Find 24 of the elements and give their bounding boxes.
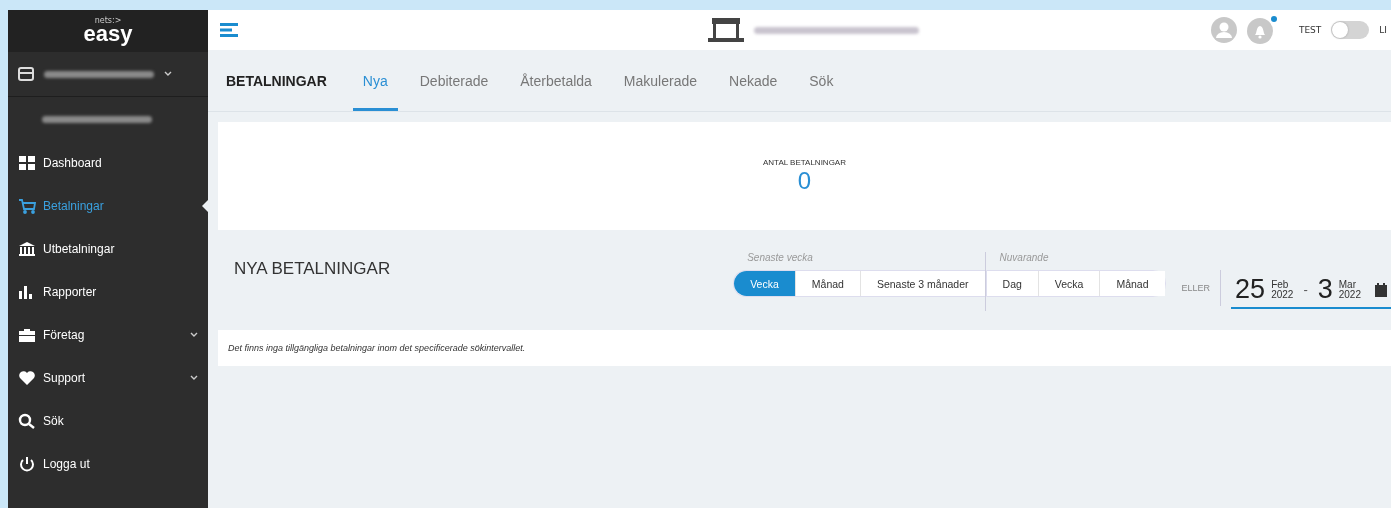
sidebar-item[interactable]: Dashboard — [8, 141, 208, 184]
sidebar-item[interactable]: Support — [8, 356, 208, 399]
tab[interactable]: Sök — [799, 50, 844, 111]
tab[interactable]: Makulerade — [613, 50, 707, 111]
toggle-label: LI — [1379, 25, 1387, 35]
sidebar-item[interactable]: Utbetalningar — [8, 227, 208, 270]
stat-value: 0 — [797, 166, 812, 195]
page-title: BETALNINGAR — [226, 72, 327, 89]
section-title: NYA BETALNINGAR — [234, 259, 392, 279]
sidebar-item[interactable]: Logga ut — [8, 442, 208, 485]
tab[interactable]: Återbetalda — [510, 50, 602, 111]
tab[interactable]: Nekade — [719, 50, 788, 111]
group-label: Nuvarande — [998, 252, 1050, 265]
period-button[interactable]: Vecka — [734, 271, 796, 296]
or-label: ELLER — [1181, 270, 1222, 306]
sidebar-item[interactable]: Rapporter — [8, 270, 208, 313]
toggle-label: TEST — [1298, 25, 1322, 35]
empty-message: Det finns inga tillgängliga betalningar inom det specificerade sökintervallet. — [218, 330, 1391, 366]
group-label: Senaste vecka — [746, 252, 814, 265]
stat-label: ANTAL BETALNINGAR — [763, 157, 846, 167]
tab[interactable]: Debiterade — [409, 50, 499, 111]
sidebar-item[interactable]: Företag — [8, 313, 208, 356]
logo[interactable]: nets:> easy — [83, 17, 133, 45]
sidebar-item[interactable]: Sök — [8, 399, 208, 442]
